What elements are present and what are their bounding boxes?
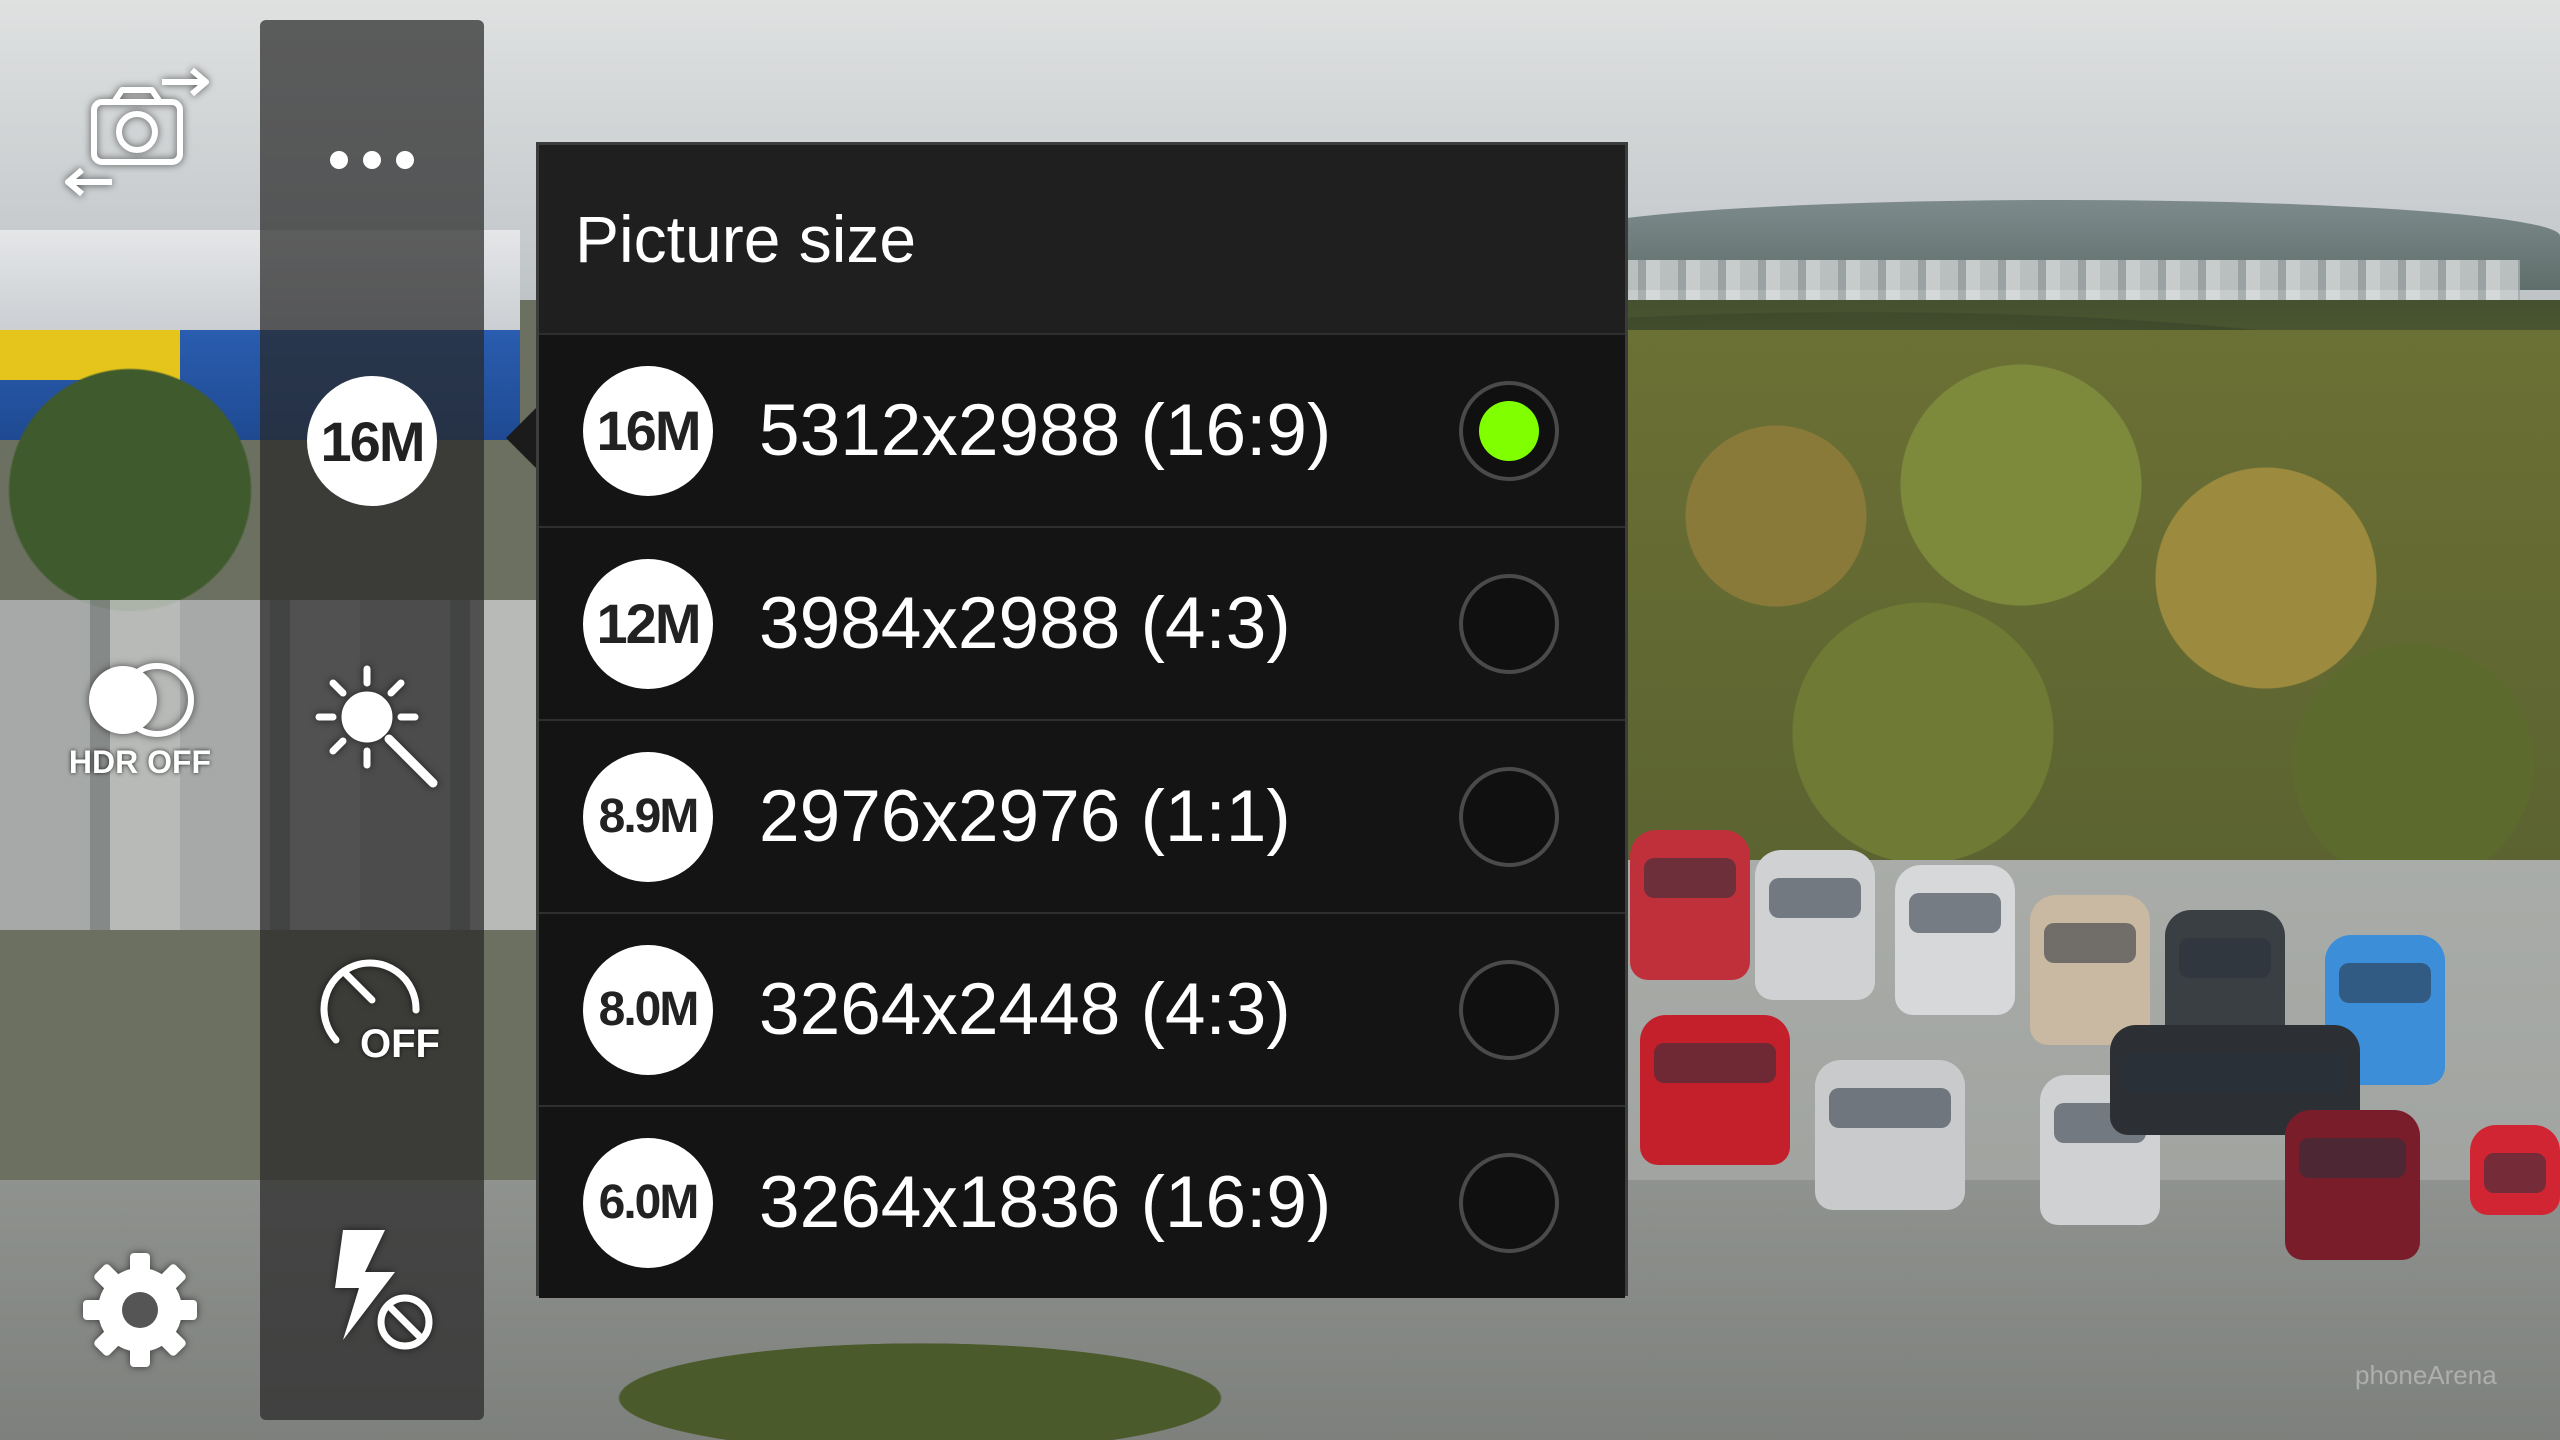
picture-size-dialog: Picture size 16M 5312x2988 (16:9) 12M 39… bbox=[536, 142, 1628, 1298]
dialog-title: Picture size bbox=[575, 202, 917, 276]
hdr-button[interactable]: HDR OFF bbox=[50, 650, 230, 790]
timer-button[interactable]: OFF bbox=[306, 940, 446, 1070]
radio-dot bbox=[1479, 400, 1539, 461]
effects-button[interactable] bbox=[300, 650, 450, 800]
picture-size-button[interactable]: 16M bbox=[306, 375, 438, 507]
picture-size-badge: 16M bbox=[307, 376, 437, 506]
option-label: 2976x2976 (1:1) bbox=[759, 776, 1291, 857]
settings-button[interactable] bbox=[70, 1240, 210, 1380]
timer-label: OFF bbox=[360, 1022, 440, 1066]
radio-button-selected[interactable] bbox=[1459, 380, 1559, 481]
tree bbox=[0, 360, 260, 620]
option-12m[interactable]: 12M 3984x2988 (4:3) bbox=[539, 526, 1625, 719]
effects-icon bbox=[315, 665, 438, 788]
radio-button[interactable] bbox=[1459, 766, 1559, 867]
option-label: 3264x2448 (4:3) bbox=[759, 969, 1291, 1050]
more-button[interactable] bbox=[322, 130, 422, 190]
radio-button[interactable] bbox=[1459, 959, 1559, 1060]
car bbox=[1630, 830, 1750, 980]
hdr-icon bbox=[89, 662, 194, 737]
option-8-9m[interactable]: 8.9M 2976x2976 (1:1) bbox=[539, 719, 1625, 912]
option-6-0m[interactable]: 6.0M 3264x1836 (16:9) bbox=[539, 1105, 1625, 1298]
option-badge: 8.0M bbox=[583, 944, 713, 1075]
option-badge: 6.0M bbox=[583, 1137, 713, 1268]
option-16m[interactable]: 16M 5312x2988 (16:9) bbox=[539, 333, 1625, 526]
quick-settings-panel: 16M OFF bbox=[260, 20, 484, 1420]
option-badge: 12M bbox=[583, 558, 713, 689]
option-label: 5312x2988 (16:9) bbox=[759, 390, 1332, 471]
car bbox=[1640, 1015, 1790, 1165]
car bbox=[1755, 850, 1875, 1000]
car bbox=[1895, 865, 2015, 1015]
car bbox=[1815, 1060, 1965, 1210]
switch-camera-button[interactable] bbox=[52, 62, 222, 202]
radio-button[interactable] bbox=[1459, 573, 1559, 674]
flash-off-icon bbox=[335, 1230, 433, 1350]
option-badge: 8.9M bbox=[583, 751, 713, 882]
dialog-header: Picture size bbox=[539, 145, 1625, 333]
dialog-pointer bbox=[506, 408, 536, 468]
hdr-label: HDR OFF bbox=[68, 743, 212, 780]
option-8-0m[interactable]: 8.0M 3264x2448 (4:3) bbox=[539, 912, 1625, 1105]
option-badge: 16M bbox=[583, 365, 713, 496]
option-label: 3984x2988 (4:3) bbox=[759, 583, 1291, 664]
car bbox=[2030, 895, 2150, 1045]
radio-button[interactable] bbox=[1459, 1152, 1559, 1253]
settings-icon bbox=[83, 1253, 197, 1367]
car bbox=[2470, 1125, 2560, 1215]
option-label: 3264x1836 (16:9) bbox=[759, 1162, 1332, 1243]
bushes bbox=[560, 1300, 1460, 1440]
switch-camera-icon bbox=[65, 67, 209, 197]
flash-button[interactable] bbox=[300, 1215, 450, 1365]
watermark: phoneArena bbox=[2355, 1360, 2497, 1390]
car bbox=[2285, 1110, 2420, 1260]
more-icon bbox=[330, 151, 414, 169]
